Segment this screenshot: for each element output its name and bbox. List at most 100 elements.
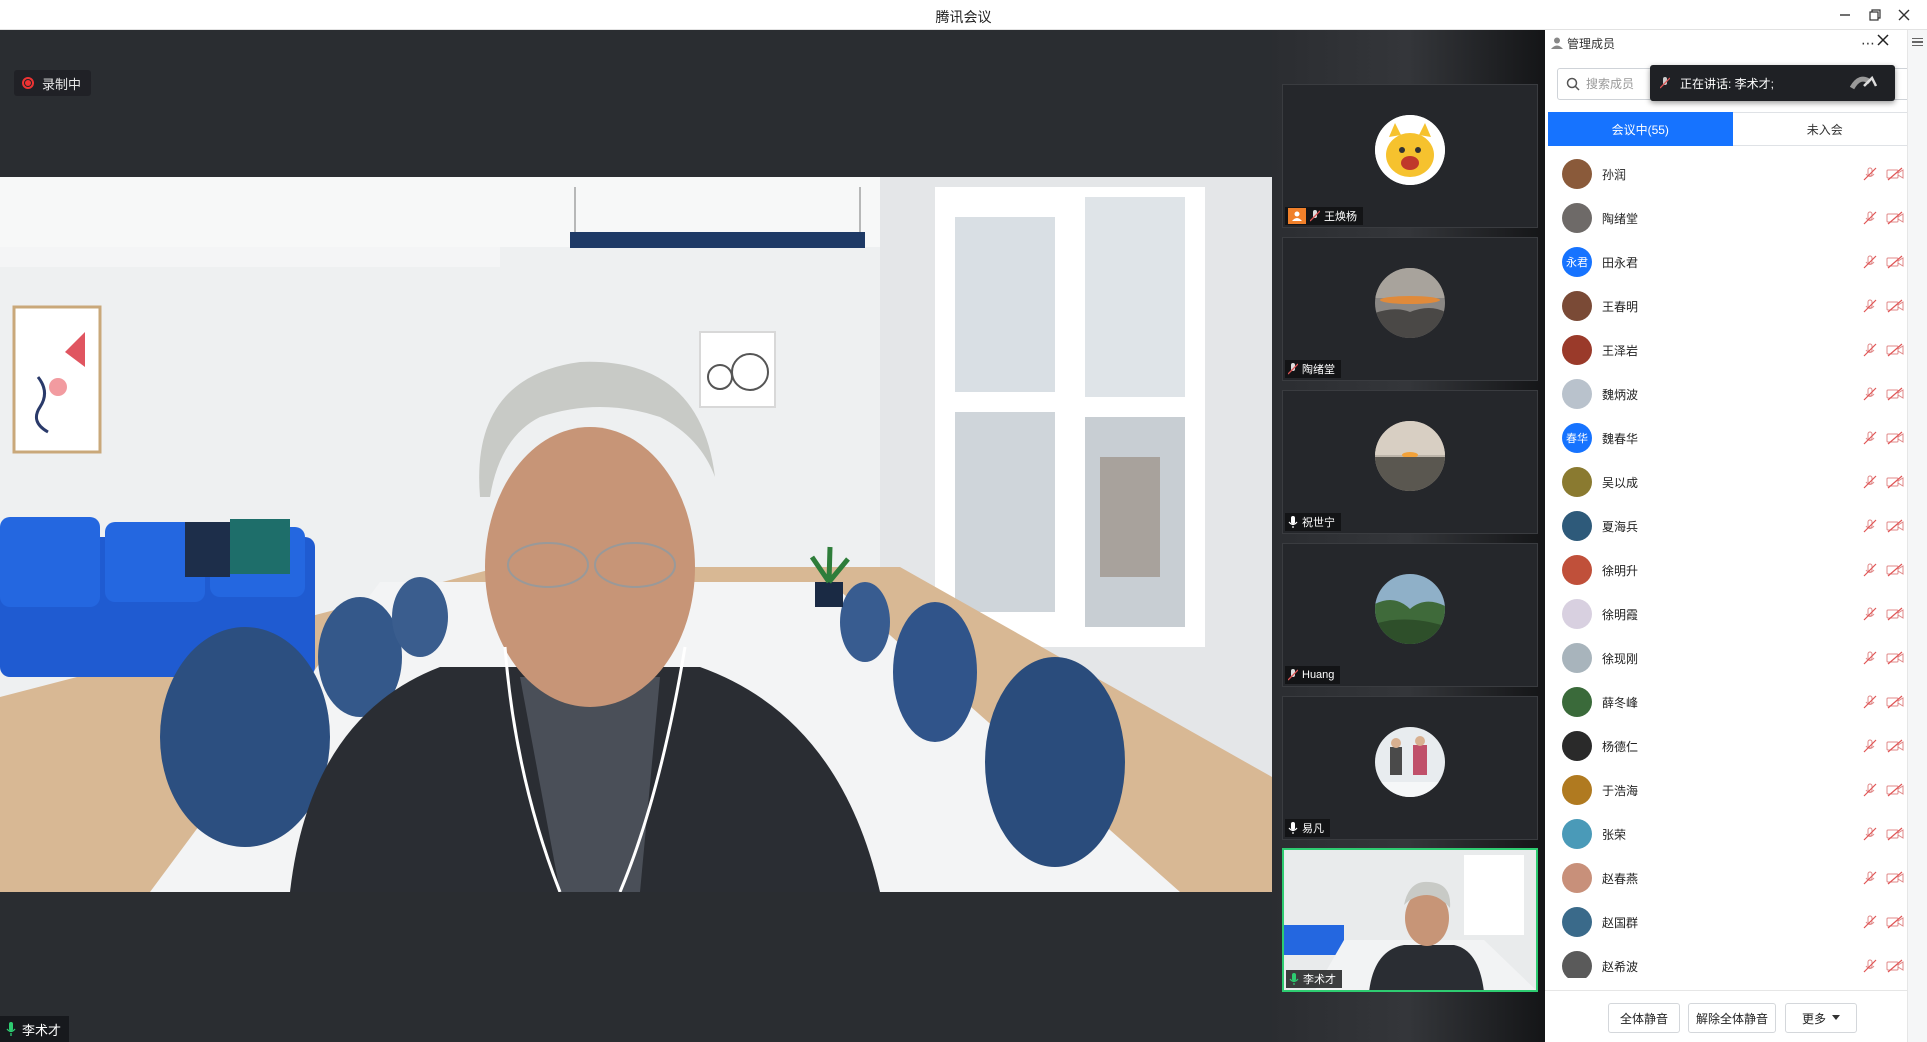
member-avatar <box>1562 203 1592 233</box>
member-row[interactable]: 张荣 <box>1545 812 1927 856</box>
mic-muted-icon[interactable] <box>1863 607 1877 621</box>
member-avatar <box>1562 379 1592 409</box>
camera-off-icon[interactable] <box>1886 959 1904 973</box>
speaker-name: 李术才 <box>22 1022 62 1038</box>
thumbnail-tile-active[interactable]: 李术才 <box>1282 848 1538 992</box>
member-name: 吴以成 <box>1602 475 1639 490</box>
member-name: 田永君 <box>1602 255 1639 270</box>
minimize-button[interactable] <box>1834 4 1856 26</box>
more-label: 更多 <box>1801 1011 1826 1026</box>
member-row[interactable]: 徐现刚 <box>1545 636 1927 680</box>
camera-off-icon[interactable] <box>1886 167 1904 181</box>
member-row[interactable]: 杨德仁 <box>1545 724 1927 768</box>
speaker-name-tag: 李术才 <box>0 1016 70 1042</box>
mic-muted-icon[interactable] <box>1863 959 1877 973</box>
more-options-icon[interactable]: ⋯ <box>1861 35 1875 52</box>
mic-muted-icon[interactable] <box>1863 519 1877 533</box>
camera-off-icon[interactable] <box>1886 387 1904 401</box>
camera-off-icon[interactable] <box>1886 651 1904 665</box>
recording-badge[interactable]: 录制中 <box>14 70 92 96</box>
participant-name: 祝世宁 <box>1302 517 1335 529</box>
member-row[interactable]: 永君 田永君 <box>1545 240 1927 284</box>
camera-off-icon[interactable] <box>1886 695 1904 709</box>
mic-muted-icon[interactable] <box>1863 827 1877 841</box>
mic-muted-icon[interactable] <box>1863 431 1877 445</box>
mute-all-button[interactable]: 全体静音 <box>1608 1003 1680 1033</box>
member-row[interactable]: 赵希波 <box>1545 944 1927 978</box>
thumbnail-tile[interactable]: 陶绪堂 <box>1282 237 1538 381</box>
mic-muted-icon[interactable] <box>1863 211 1877 225</box>
mic-muted-icon[interactable] <box>1863 783 1877 797</box>
member-row[interactable]: 春华 魏春华 <box>1545 416 1927 460</box>
thumbnail-tile[interactable]: 祝世宁 <box>1282 390 1538 534</box>
mic-muted-icon[interactable] <box>1863 387 1877 401</box>
mic-muted-icon[interactable] <box>1863 255 1877 269</box>
unmute-all-button[interactable]: 解除全体静音 <box>1688 1003 1776 1033</box>
member-avatar <box>1562 951 1592 978</box>
member-row[interactable]: 赵春燕 <box>1545 856 1927 900</box>
member-row[interactable]: 夏海兵 <box>1545 504 1927 548</box>
tab-in-meeting[interactable]: 会议中(55) <box>1548 112 1733 146</box>
member-row[interactable]: 于浩海 <box>1545 768 1927 812</box>
close-window-button[interactable] <box>1893 4 1915 26</box>
mic-muted-icon[interactable] <box>1863 343 1877 357</box>
member-name: 杨德仁 <box>1602 739 1639 754</box>
tab-not-joined[interactable]: 未入会 <box>1732 112 1918 146</box>
restore-button[interactable] <box>1864 4 1886 26</box>
member-name: 魏春华 <box>1602 431 1639 446</box>
member-row[interactable]: 陶绪堂 <box>1545 196 1927 240</box>
person-icon <box>1551 37 1563 49</box>
menu-icon[interactable] <box>1912 38 1923 46</box>
member-panel: 管理成员 ⋯ 正在讲话: 李术才; 会议中(55) 未入会 孙润陶绪堂永君田永君… <box>1545 30 1927 1042</box>
mic-muted-icon <box>1288 363 1298 375</box>
camera-off-icon[interactable] <box>1886 299 1904 313</box>
member-avatar <box>1562 819 1592 849</box>
camera-off-icon[interactable] <box>1886 871 1904 885</box>
member-row[interactable]: 孙润 <box>1545 152 1927 196</box>
member-avatar <box>1562 467 1592 497</box>
mic-muted-icon[interactable] <box>1863 475 1877 489</box>
camera-off-icon[interactable] <box>1886 915 1904 929</box>
mic-muted-icon[interactable] <box>1863 915 1877 929</box>
camera-off-icon[interactable] <box>1886 343 1904 357</box>
camera-off-icon[interactable] <box>1886 255 1904 269</box>
mic-muted-icon[interactable] <box>1863 299 1877 313</box>
member-row[interactable]: 魏炳波 <box>1545 372 1927 416</box>
mic-muted-icon[interactable] <box>1863 695 1877 709</box>
camera-off-icon[interactable] <box>1886 431 1904 445</box>
member-avatar <box>1562 907 1592 937</box>
member-row[interactable]: 薛冬峰 <box>1545 680 1927 724</box>
side-strip <box>1907 30 1927 1042</box>
thumbnail-tile[interactable]: 易凡 <box>1282 696 1538 840</box>
camera-off-icon[interactable] <box>1886 739 1904 753</box>
mic-muted-icon[interactable] <box>1863 563 1877 577</box>
close-panel-button[interactable] <box>1877 34 1889 49</box>
camera-off-icon[interactable] <box>1886 475 1904 489</box>
more-button[interactable]: 更多 <box>1785 1003 1857 1033</box>
member-row[interactable]: 徐明升 <box>1545 548 1927 592</box>
thumbnail-tile[interactable]: 王焕杨 <box>1282 84 1538 228</box>
member-row[interactable]: 吴以成 <box>1545 460 1927 504</box>
camera-off-icon[interactable] <box>1886 563 1904 577</box>
camera-off-icon[interactable] <box>1886 519 1904 533</box>
camera-off-icon[interactable] <box>1886 783 1904 797</box>
camera-off-icon[interactable] <box>1886 607 1904 621</box>
thumbnail-label: Huang <box>1285 666 1341 684</box>
undo-icon[interactable] <box>1849 74 1884 95</box>
mic-muted-icon[interactable] <box>1863 739 1877 753</box>
member-row[interactable]: 徐明霞 <box>1545 592 1927 636</box>
panel-footer: 全体静音 解除全体静音 更多 <box>1545 990 1927 1042</box>
thumbnail-label: 陶绪堂 <box>1285 360 1341 378</box>
camera-off-icon[interactable] <box>1886 211 1904 225</box>
mic-muted-icon[interactable] <box>1863 167 1877 181</box>
member-row[interactable]: 赵国群 <box>1545 900 1927 944</box>
camera-off-icon[interactable] <box>1886 827 1904 841</box>
member-row[interactable]: 王春明 <box>1545 284 1927 328</box>
mic-muted-icon[interactable] <box>1863 871 1877 885</box>
record-icon <box>22 77 34 89</box>
mic-muted-icon[interactable] <box>1863 651 1877 665</box>
member-row[interactable]: 王泽岩 <box>1545 328 1927 372</box>
member-list: 孙润 陶绪堂 永君 田永君 王春明 王泽岩 魏炳波 春华 魏春华吴以成夏海兵 徐明升 徐明霞 徐现刚薛… <box>1545 152 1927 978</box>
thumbnail-tile[interactable]: Huang <box>1282 543 1538 687</box>
main-video-area[interactable]: 录制中 李术才 <box>0 30 1272 1042</box>
